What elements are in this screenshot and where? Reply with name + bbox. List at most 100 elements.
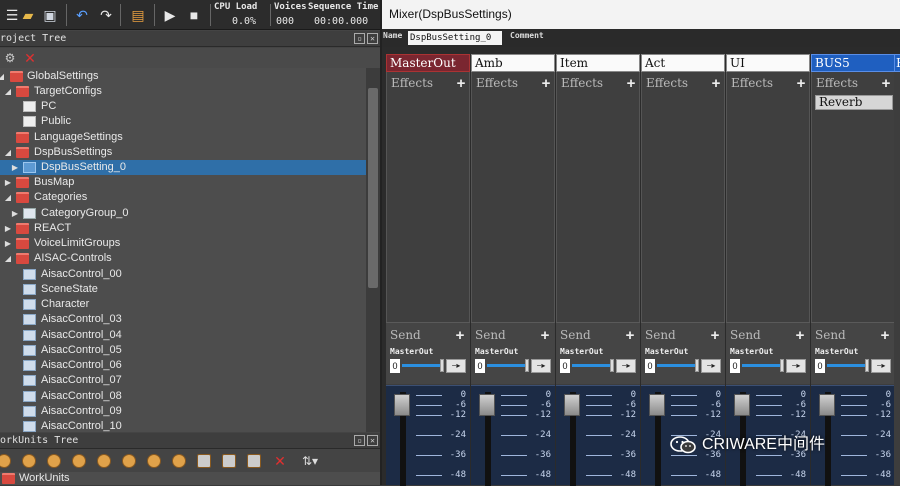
expand-arrow-icon[interactable]: ▶ [3,221,13,236]
bus-name[interactable]: UI [726,54,810,72]
workunit-tool-icon[interactable] [97,454,111,468]
fader-handle[interactable] [564,394,580,416]
send-options-button[interactable]: −▸ [616,359,636,373]
close-panel-icon[interactable]: ✕ [367,33,378,44]
delete-icon[interactable]: ✕ [270,451,290,471]
add-folder-icon[interactable] [222,454,236,468]
send-options-button[interactable]: −▸ [446,359,466,373]
send-level-value[interactable]: 0 [815,359,825,373]
workunit-tool-icon[interactable] [47,454,61,468]
bus-name[interactable]: Item [556,54,640,72]
send-options-button[interactable]: −▸ [871,359,891,373]
tree-item-aisaccontrol-00[interactable]: AisacControl_00 [0,267,366,282]
add-send-icon[interactable]: + [709,328,721,343]
add-effect-icon[interactable]: + [625,76,637,91]
send-level-slider[interactable] [827,364,869,367]
add-folder-icon[interactable] [197,454,211,468]
expand-arrow-icon[interactable]: ▶ [3,236,13,251]
add-item-icon[interactable]: ⚙ [0,48,20,68]
add-effect-icon[interactable]: + [455,76,467,91]
add-send-icon[interactable]: + [624,328,636,343]
send-level-knob[interactable] [865,359,869,372]
collapse-arrow-icon[interactable]: ◢ [3,145,13,160]
save-icon[interactable]: ▣ [40,5,60,25]
bus-name[interactable]: BUS5 [811,54,895,72]
tree-item-aisaccontrol-04[interactable]: AisacControl_04 [0,328,366,343]
fader-handle[interactable] [819,394,835,416]
float-panel-icon[interactable]: ▫ [354,33,365,44]
send-level-value[interactable]: 0 [730,359,740,373]
add-effect-icon[interactable]: + [710,76,722,91]
tree-item-aisaccontrol-05[interactable]: AisacControl_05 [0,343,366,358]
expand-arrow-icon[interactable]: ▶ [10,160,20,175]
bus-name[interactable]: Amb [471,54,555,72]
name-field[interactable]: DspBusSetting_0 [408,31,502,45]
send-level-knob[interactable] [525,359,529,372]
collapse-arrow-icon[interactable]: ◢ [3,190,13,205]
send-options-button[interactable]: −▸ [786,359,806,373]
undo-icon[interactable]: ↶ [72,5,92,25]
effect-slot[interactable]: Reverb [815,95,893,110]
send-level-value[interactable]: 0 [475,359,485,373]
send-level-slider[interactable] [572,364,614,367]
expand-arrow-icon[interactable]: ▶ [10,206,20,221]
tree-item-aisaccontrol-10[interactable]: AisacControl_10 [0,419,366,432]
workunit-tool-icon[interactable] [22,454,36,468]
workunit-tool-icon[interactable] [122,454,136,468]
delete-icon[interactable]: ✕ [20,48,40,68]
tree-item-scenestate[interactable]: SceneState [0,282,366,297]
tree-item-dspbussettings[interactable]: ◢ DspBusSettings [0,145,366,160]
bus-name-partial[interactable]: B [894,54,900,72]
stop-icon[interactable]: ■ [184,5,204,25]
collapse-arrow-icon[interactable]: ◢ [3,251,13,266]
open-project-icon[interactable]: ▰ [18,5,38,25]
sort-icon[interactable]: ⇅▾ [300,451,320,471]
add-item-icon[interactable] [247,454,261,468]
send-level-slider[interactable] [657,364,699,367]
add-effect-icon[interactable]: + [795,76,807,91]
tree-item-react[interactable]: ▶ REACT [0,221,366,236]
tree-item-aisaccontrol-06[interactable]: AisacControl_06 [0,358,366,373]
tree-item-character[interactable]: Character [0,297,366,312]
tree-item-dspbussetting-0[interactable]: ▶ DspBusSetting_0 [0,160,366,175]
send-level-knob[interactable] [780,359,784,372]
send-level-slider[interactable] [742,364,784,367]
close-panel-icon[interactable]: ✕ [367,435,378,446]
tree-item-aisaccontrol-03[interactable]: AisacControl_03 [0,312,366,327]
collapse-arrow-icon[interactable]: ◢ [3,84,13,99]
float-panel-icon[interactable]: ▫ [354,435,365,446]
tree-item-categories[interactable]: ◢ Categories [0,190,366,205]
send-level-knob[interactable] [610,359,614,372]
tree-item-busmap[interactable]: ▶ BusMap [0,175,366,190]
tree-item-targetconfigs[interactable]: ◢ TargetConfigs [0,84,366,99]
send-options-button[interactable]: −▸ [701,359,721,373]
add-send-icon[interactable]: + [794,328,806,343]
fader-handle[interactable] [734,394,750,416]
add-send-icon[interactable]: + [539,328,551,343]
project-tree-scrollbar[interactable] [366,68,380,432]
scrollbar-thumb[interactable] [368,88,378,288]
add-effect-icon[interactable]: + [540,76,552,91]
send-level-knob[interactable] [440,359,444,372]
build-icon[interactable]: ▤ [128,5,148,25]
send-level-value[interactable]: 0 [560,359,570,373]
tree-item-workunits[interactable]: WorkUnits [0,472,380,485]
redo-icon[interactable]: ↷ [96,5,116,25]
send-level-slider[interactable] [402,364,444,367]
tree-item-voicelimitgroups[interactable]: ▶ VoiceLimitGroups [0,236,366,251]
tree-item-globalsettings[interactable]: ◢ GlobalSettings [0,69,366,84]
workunit-tool-icon[interactable] [72,454,86,468]
send-options-button[interactable]: −▸ [531,359,551,373]
tree-item-pc[interactable]: PC [0,99,366,114]
send-level-value[interactable]: 0 [390,359,400,373]
send-level-knob[interactable] [695,359,699,372]
add-send-icon[interactable]: + [879,328,891,343]
fader-handle[interactable] [394,394,410,416]
tree-item-aisaccontrol-07[interactable]: AisacControl_07 [0,373,366,388]
tree-item-categorygroup-0[interactable]: ▶ CategoryGroup_0 [0,206,366,221]
send-level-slider[interactable] [487,364,529,367]
workunit-tool-icon[interactable] [172,454,186,468]
bus-name[interactable]: MasterOut [386,54,470,72]
tree-item-languagesettings[interactable]: LanguageSettings [0,130,366,145]
fader-handle[interactable] [479,394,495,416]
